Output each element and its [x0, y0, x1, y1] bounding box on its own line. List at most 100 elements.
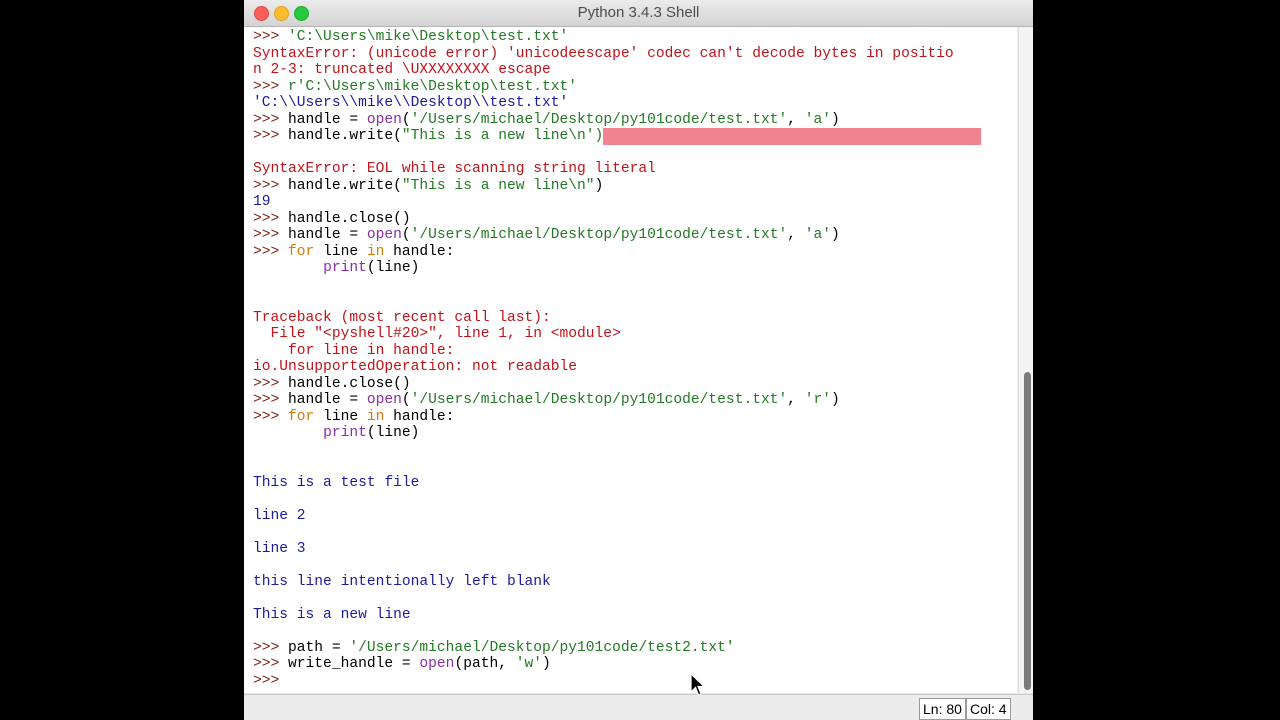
code-token: ) — [831, 392, 840, 408]
shell-prompt: >>> — [253, 128, 289, 144]
mouse-pointer-icon — [690, 673, 706, 696]
code-token: open — [419, 656, 455, 672]
vertical-scrollbar[interactable] — [1018, 27, 1033, 693]
shell-line: >>> handle = open('/Users/michael/Deskto… — [253, 392, 1017, 409]
code-token: for — [288, 408, 315, 425]
code-token: , — [787, 227, 805, 243]
code-token: ( — [401, 227, 411, 243]
shell-line: >>> handle.write("This is a new line\n") — [253, 178, 1017, 195]
code-token: This is a test file — [253, 474, 420, 491]
shell-line: >>> handle.write("This is a new line\n') — [253, 128, 1017, 145]
shell-prompt: >>> — [253, 227, 289, 243]
shell-prompt: >>> — [253, 111, 289, 128]
code-token: (path, — [454, 656, 516, 672]
code-token: , — [787, 111, 805, 128]
code-token: SyntaxError: (unicode error) 'unicodeesc… — [253, 45, 954, 62]
code-token: 19 — [253, 194, 271, 210]
code-token: n 2-3: truncated \UXXXXXXXX escape — [253, 62, 551, 78]
shell-line: >>> path = '/Users/michael/Desktop/py101… — [253, 640, 1017, 657]
shell-line: this line intentionally left blank — [253, 574, 1017, 591]
code-token: open — [366, 111, 402, 128]
code-token: line — [314, 243, 367, 260]
shell-line: >>> handle = open('/Users/michael/Deskto… — [253, 112, 1017, 129]
code-token: ) — [831, 111, 840, 128]
code-token: File "<pyshell#20>", line 1, in <module> — [253, 326, 621, 342]
code-token: for line in handle: — [253, 342, 455, 359]
shell-prompt: >>> — [253, 375, 289, 392]
code-token: 'a' — [804, 111, 832, 128]
title-bar[interactable]: Python 3.4.3 Shell — [244, 0, 1033, 27]
code-token: handle = — [288, 392, 367, 408]
code-token: handle.close() — [288, 210, 411, 227]
shell-prompt: >>> — [253, 78, 289, 95]
code-token: line 3 — [253, 540, 306, 557]
scrollbar-thumb[interactable] — [1024, 372, 1031, 690]
code-token: (line) — [366, 260, 420, 276]
code-token: this line intentionally left blank — [253, 573, 551, 590]
shell-prompt: >>> — [253, 672, 289, 689]
code-token: handle: — [384, 408, 455, 425]
shell-line: >>> handle = open('/Users/michael/Deskto… — [253, 227, 1017, 244]
code-token: write_handle = — [288, 656, 420, 672]
shell-prompt: >>> — [253, 177, 289, 194]
python-shell-window: Python 3.4.3 Shell >>> 'C:\Users\mike\De… — [244, 0, 1033, 720]
shell-lines: >>> 'C:\Users\mike\Desktop\test.txt' Synt… — [253, 29, 1017, 689]
shell-line: >>> for line in handle: — [253, 244, 1017, 261]
code-token: for — [288, 243, 315, 260]
shell-line: SyntaxError: (unicode error) 'unicodeesc… — [253, 46, 1017, 63]
code-token: "This is a new line\n') — [401, 128, 604, 144]
code-token: This is a new line — [253, 606, 411, 623]
shell-prompt: >>> — [253, 210, 289, 227]
shell-line: print(line) — [253, 260, 1017, 277]
code-token: path = — [288, 639, 350, 656]
code-token: open — [366, 227, 402, 243]
code-token: in — [366, 243, 385, 260]
shell-prompt: >>> — [253, 29, 289, 45]
code-token: (line) — [366, 425, 420, 441]
code-token: in — [366, 408, 385, 425]
shell-line: n 2-3: truncated \UXXXXXXXX escape — [253, 62, 1017, 79]
status-bar: Ln: 80 Col: 4 — [244, 694, 1033, 720]
shell-prompt: >>> — [253, 656, 289, 672]
code-token: open — [366, 392, 402, 408]
shell-line: 19 — [253, 194, 1017, 211]
shell-line: >>> write_handle = open(path, 'w') — [253, 656, 1017, 673]
code-token: print — [323, 260, 367, 276]
code-token: , — [787, 392, 805, 408]
code-token: handle = — [288, 227, 367, 243]
code-token: ( — [401, 111, 411, 128]
code-token: 'a' — [804, 227, 832, 243]
shell-line: line 2 — [253, 508, 1017, 525]
shell-prompt: >>> — [253, 392, 289, 408]
shell-line: for line in handle: — [253, 343, 1017, 360]
code-token: handle.write( — [288, 177, 402, 194]
code-token: line — [314, 408, 367, 425]
code-token: r'C:\Users\mike\Desktop\test.txt' — [288, 78, 578, 95]
code-token: handle: — [384, 243, 455, 260]
shell-line: >>> r'C:\Users\mike\Desktop\test.txt' — [253, 79, 1017, 96]
code-token: Traceback (most recent call last): — [253, 309, 551, 326]
code-token: ) — [542, 656, 551, 672]
shell-line: >>> for line in handle: — [253, 409, 1017, 426]
shell-prompt: >>> — [253, 639, 289, 656]
shell-prompt: >>> — [253, 408, 289, 425]
code-token: handle = — [288, 111, 367, 128]
shell-line: >>> handle.close() — [253, 211, 1017, 228]
code-token: 'r' — [804, 392, 832, 408]
shell-text-area[interactable]: >>> 'C:\Users\mike\Desktop\test.txt' Synt… — [244, 27, 1017, 693]
shell-line: >>> — [253, 673, 1017, 690]
code-token: handle.close() — [288, 375, 411, 392]
code-token: SyntaxError: EOL while scanning string l… — [253, 161, 656, 177]
code-token: ( — [401, 392, 411, 408]
code-token: '/Users/michael/Desktop/py101code/test.t… — [410, 111, 788, 128]
code-token: ) — [831, 227, 840, 243]
